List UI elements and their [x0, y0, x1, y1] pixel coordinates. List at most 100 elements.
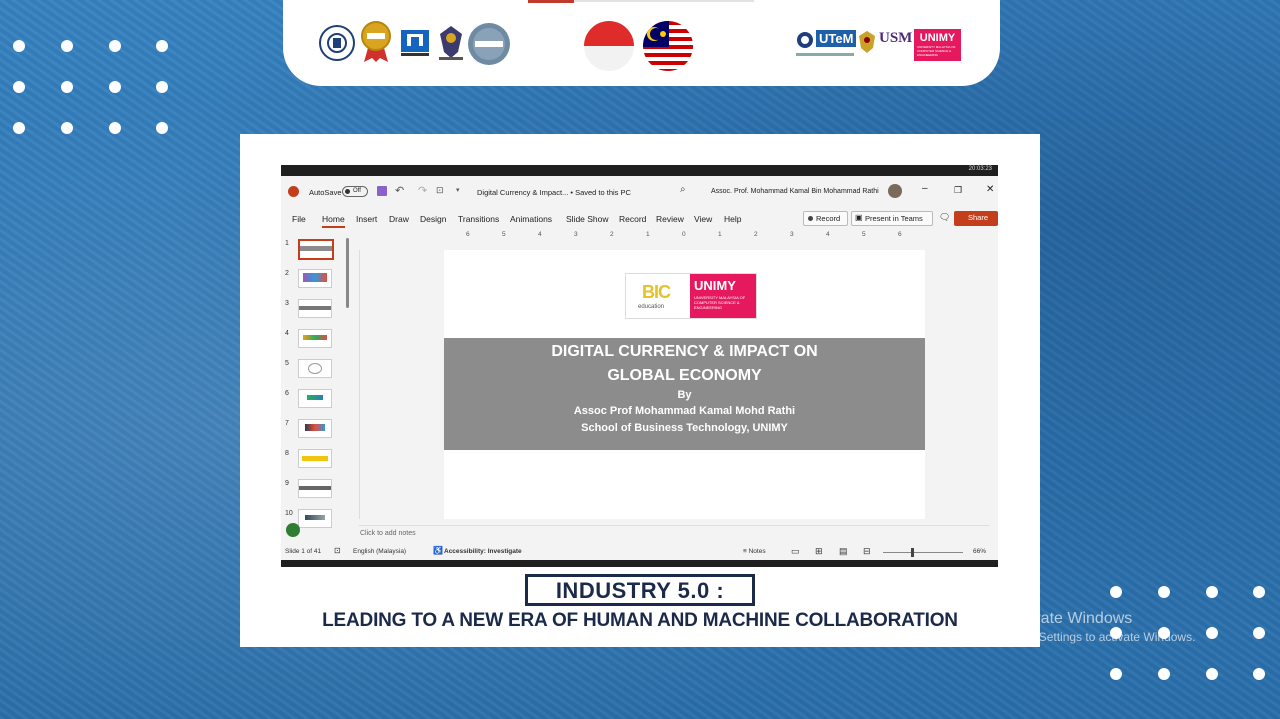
slideshow-icon[interactable]: ⊟	[863, 546, 871, 557]
thumbnail-number: 6	[285, 390, 289, 397]
slide-thumbnail[interactable]	[298, 389, 332, 408]
menu-file[interactable]: File	[292, 214, 306, 224]
watermark-line1: Activate Windows	[1006, 610, 1133, 627]
menu-home[interactable]: Home	[322, 214, 345, 228]
thumbnail-number: 1	[285, 240, 289, 247]
vertical-ruler	[359, 250, 368, 519]
unimy-logo-subtext: UNIVERSITY MALAYSIA OF COMPUTER SCIENCE …	[694, 295, 746, 310]
thumbnail-number: 9	[285, 480, 289, 487]
customize-toolbar-icon[interactable]: ▾	[456, 186, 460, 194]
horizontal-ruler: 6 5 4 3 2 1 0 1 2 3 4 5 6	[466, 231, 902, 238]
slide-thumbnails-pane: 1 2 3 4 5 6 7 8 9 10	[281, 230, 353, 542]
status-bar: Slide 1 of 41 ⊡ English (Malaysia) ♿ Acc…	[281, 545, 998, 560]
slide-school: School of Business Technology, UNIMY	[581, 422, 788, 434]
menu-insert[interactable]: Insert	[356, 214, 377, 224]
slide-thumbnail[interactable]	[298, 329, 332, 348]
notes-toggle[interactable]: ≡ Notes	[743, 548, 766, 555]
normal-view-icon[interactable]: ▭	[791, 546, 800, 557]
menu-view[interactable]: View	[694, 214, 712, 224]
bic-logo-text: BIC	[642, 282, 671, 302]
thumbnail-number: 3	[285, 300, 289, 307]
menu-draw[interactable]: Draw	[389, 214, 409, 224]
document-title[interactable]: Digital Currency & Impact... • Saved to …	[477, 188, 631, 197]
reading-view-icon[interactable]: ▤	[839, 546, 848, 557]
ribbon-menu: File Home Insert Draw Design Transitions…	[281, 208, 998, 230]
slide-count: Slide 1 of 41	[285, 548, 322, 555]
watermark-line2: Go to Settings to activate Windows.	[1006, 630, 1196, 644]
slide-thumbnail[interactable]	[298, 509, 332, 528]
thumbnail-number: 7	[285, 420, 289, 427]
unimy-logo-text: UNIMY	[694, 278, 736, 293]
pen-icon[interactable]	[286, 523, 300, 537]
language-status[interactable]: English (Malaysia)	[353, 548, 406, 555]
restore-icon[interactable]: ❐	[954, 185, 962, 196]
slide-thumbnail[interactable]	[298, 359, 332, 378]
thumbnail-number: 5	[285, 360, 289, 367]
present-from-start-icon[interactable]: ⊡	[436, 185, 444, 196]
unimy-logo: UNIMY UNIVERSITY MALAYSIA OF COMPUTER SC…	[914, 29, 961, 61]
crest-logo-right	[858, 30, 876, 54]
record-button[interactable]: Record	[803, 211, 848, 226]
autosave-toggle[interactable]: Off	[342, 186, 368, 197]
zoom-slider[interactable]	[883, 548, 963, 557]
clock-text: 20:03:23	[968, 166, 992, 172]
industry-title-box: INDUSTRY 5.0 :	[525, 574, 755, 606]
slide-thumbnail[interactable]	[298, 299, 332, 318]
slide-thumbnail[interactable]	[298, 479, 332, 498]
screen-share-bottom-strip	[281, 560, 998, 567]
accessibility-status[interactable]: Accessibility: Investigate	[444, 548, 522, 555]
industry-title: INDUSTRY 5.0 :	[555, 578, 725, 603]
powerpoint-icon	[288, 186, 299, 197]
save-icon[interactable]	[377, 186, 387, 196]
present-in-teams-button[interactable]: ▣ Present in Teams	[851, 211, 933, 226]
menu-design[interactable]: Design	[420, 214, 446, 224]
redo-icon[interactable]: ↷	[418, 184, 427, 197]
menu-review[interactable]: Review	[656, 214, 684, 224]
slide-thumbnail[interactable]	[298, 449, 332, 468]
logo-header: UTeM USM UNIMY UNIVERSITY MALAYSIA OF CO…	[283, 0, 1000, 86]
slide-title-line2: GLOBAL ECONOMY	[607, 367, 762, 384]
thumbnail-number: 10	[285, 510, 293, 517]
share-button[interactable]: Share	[954, 211, 998, 226]
slide-author: Assoc Prof Mohammad Kamal Mohd Rathi	[573, 405, 796, 417]
search-icon[interactable]: ⌕	[680, 184, 686, 195]
thumbnail-number: 8	[285, 450, 289, 457]
malaysia-flag	[643, 21, 693, 71]
comments-icon[interactable]: 🗨	[939, 212, 950, 223]
industry-subtitle: LEADING TO A NEW ERA OF HUMAN AND MACHIN…	[322, 610, 958, 631]
menu-help[interactable]: Help	[724, 214, 741, 224]
notes-field[interactable]: Click to add notes	[359, 525, 989, 542]
menu-animations[interactable]: Animations	[510, 214, 552, 224]
menu-transitions[interactable]: Transitions	[458, 214, 499, 224]
slide-by: By	[677, 389, 692, 401]
slide-thumbnail[interactable]	[298, 269, 332, 288]
slide-thumbnail[interactable]	[298, 419, 332, 438]
crest-logo	[436, 24, 466, 62]
thumbnail-number: 2	[285, 270, 289, 277]
minimize-icon[interactable]: –	[922, 183, 928, 194]
accessibility-icon: ♿	[433, 546, 443, 555]
bic-unimy-logo: BIC education UNIMY UNIVERSITY MALAYSIA …	[625, 273, 757, 319]
circle-badge-logo	[467, 22, 511, 66]
autosave-label: AutoSave	[309, 188, 342, 197]
spellcheck-icon[interactable]: ⊡	[334, 546, 341, 555]
university-seal-logo	[318, 24, 356, 62]
usm-logo: USM	[879, 30, 913, 46]
bic-logo-subtext: education	[638, 304, 665, 310]
slide-thumbnail[interactable]	[298, 239, 334, 260]
slide-sorter-icon[interactable]: ⊞	[815, 546, 823, 557]
menu-slide-show[interactable]: Slide Show	[566, 214, 609, 224]
title-band: DIGITAL CURRENCY & IMPACT ON GLOBAL ECON…	[444, 338, 925, 450]
powerpoint-window: 20:03:23 AutoSave Off ↶ ↷ ⊡ ▾ Digital Cu…	[281, 165, 998, 567]
zoom-level[interactable]: 66%	[973, 548, 986, 555]
header-divider-line	[574, 0, 754, 2]
slide-canvas[interactable]: BIC education UNIMY UNIVERSITY MALAYSIA …	[444, 250, 925, 519]
indonesia-flag	[584, 21, 634, 71]
avatar[interactable]	[888, 184, 902, 198]
undo-icon[interactable]: ↶	[395, 184, 404, 197]
thumbnail-scrollbar[interactable]	[346, 238, 349, 308]
menu-record[interactable]: Record	[619, 214, 646, 224]
institution-logo	[399, 28, 431, 58]
header-accent-line	[528, 0, 574, 3]
close-icon[interactable]: ✕	[986, 184, 994, 195]
